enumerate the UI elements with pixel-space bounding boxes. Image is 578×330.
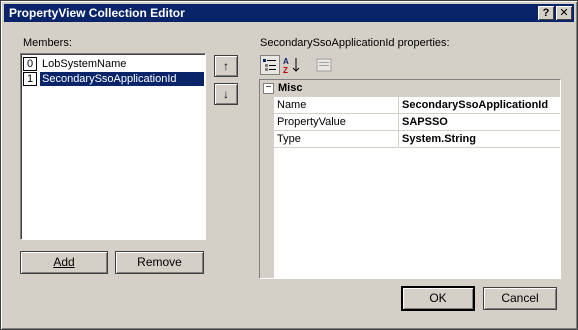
move-up-button[interactable]: ↑: [214, 55, 238, 77]
alphabetical-icon[interactable]: A Z: [282, 55, 302, 75]
add-button[interactable]: Add: [20, 251, 108, 274]
grid-margin: [260, 80, 274, 278]
property-pages-icon[interactable]: [314, 55, 334, 75]
property-row-name[interactable]: Name SecondarySsoApplicationId: [274, 97, 560, 114]
member-name: SecondarySsoApplicationId: [40, 72, 204, 86]
list-item[interactable]: 0 LobSystemName: [23, 57, 204, 71]
property-row-propertyvalue[interactable]: PropertyValue SAPSSO: [274, 114, 560, 131]
list-item[interactable]: 1 SecondarySsoApplicationId: [23, 72, 204, 86]
cancel-button[interactable]: Cancel: [483, 287, 557, 310]
property-toolbar: A Z: [260, 55, 360, 75]
properties-label: SecondarySsoApplicationId properties:: [260, 37, 450, 49]
help-button[interactable]: ?: [538, 6, 554, 20]
arrow-up-icon: ↑: [223, 59, 229, 73]
remove-button-label: Remove: [137, 255, 182, 269]
members-list[interactable]: 0 LobSystemName 1 SecondarySsoApplicatio…: [20, 53, 206, 240]
category-label: Misc: [278, 82, 303, 94]
ok-button-label: OK: [429, 291, 447, 305]
member-index: 1: [23, 72, 37, 86]
add-button-label: Add: [53, 255, 75, 269]
property-key: Name: [277, 99, 307, 111]
column-divider: [398, 114, 399, 130]
property-value[interactable]: SAPSSO: [402, 116, 448, 128]
move-down-button[interactable]: ↓: [214, 83, 238, 105]
property-value[interactable]: System.String: [402, 133, 476, 145]
ok-button[interactable]: OK: [401, 286, 475, 311]
property-row-type[interactable]: Type System.String: [274, 131, 560, 148]
property-key: PropertyValue: [277, 116, 346, 128]
window-title: PropertyView Collection Editor: [9, 6, 185, 20]
arrow-down-icon: ↓: [223, 87, 229, 101]
categorized-icon[interactable]: [260, 55, 280, 75]
property-grid[interactable]: − Misc Name SecondarySsoApplicationId Pr…: [259, 79, 561, 279]
column-divider: [398, 97, 399, 113]
svg-text:Z: Z: [283, 66, 288, 75]
close-button[interactable]: ✕: [556, 6, 572, 20]
category-row-misc[interactable]: − Misc: [260, 80, 560, 97]
column-divider: [398, 131, 399, 147]
member-name: LobSystemName: [42, 58, 127, 70]
property-value[interactable]: SecondarySsoApplicationId: [402, 99, 548, 111]
collapse-toggle[interactable]: −: [263, 83, 274, 94]
remove-button[interactable]: Remove: [115, 251, 204, 274]
property-key: Type: [277, 133, 301, 145]
member-index: 0: [23, 57, 37, 71]
members-label: Members:: [23, 37, 72, 49]
title-bar: PropertyView Collection Editor ? ✕: [4, 4, 574, 22]
cancel-button-label: Cancel: [501, 291, 539, 305]
collection-editor-dialog: PropertyView Collection Editor ? ✕ Membe…: [0, 0, 578, 330]
svg-text:A: A: [283, 57, 289, 66]
